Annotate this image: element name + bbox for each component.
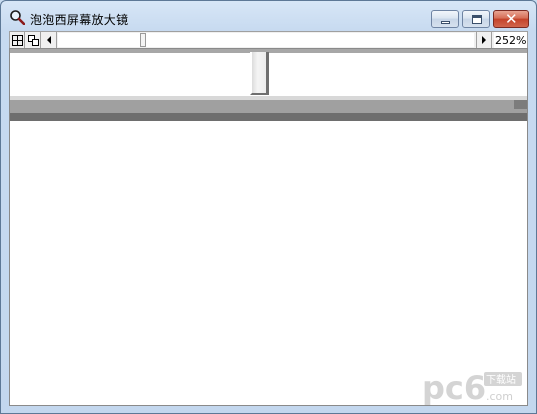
magnified-band xyxy=(10,113,527,121)
magnified-band xyxy=(514,100,527,109)
copy-window-icon xyxy=(27,34,39,46)
magnified-view xyxy=(9,48,528,406)
magnifier-icon xyxy=(10,10,25,25)
watermark-text: pc6 xyxy=(422,369,486,405)
watermark-suffix: .com xyxy=(486,390,513,403)
magnified-slider-thumb xyxy=(250,52,269,95)
close-icon: ✕ xyxy=(505,10,518,28)
arrow-right-icon xyxy=(482,36,486,44)
minimize-button[interactable] xyxy=(431,10,459,28)
copy-window-button[interactable] xyxy=(26,32,41,48)
zoom-level: 252% xyxy=(494,32,527,48)
grid-toggle-button[interactable] xyxy=(10,32,25,48)
maximize-button[interactable] xyxy=(462,10,490,28)
watermark-logo: pc6 下载站 .com xyxy=(422,369,528,407)
zoom-slider-track[interactable] xyxy=(58,33,474,47)
title-bar[interactable]: 泡泡西屏幕放大镜 ✕ xyxy=(1,1,536,31)
watermark-badge: 下载站 xyxy=(486,373,516,386)
zoom-slider-thumb[interactable] xyxy=(140,33,146,47)
close-button[interactable]: ✕ xyxy=(493,10,529,28)
magnified-band xyxy=(10,100,527,113)
toolbar: 252% xyxy=(9,31,528,49)
grid-icon xyxy=(11,34,23,46)
app-window: 泡泡西屏幕放大镜 ✕ 252% pc6 下载站 .com xyxy=(0,0,537,414)
zoom-decrease-button[interactable] xyxy=(42,32,57,48)
arrow-left-icon xyxy=(47,36,51,44)
zoom-increase-button[interactable] xyxy=(476,32,492,48)
window-title: 泡泡西屏幕放大镜 xyxy=(30,13,129,27)
minimize-icon xyxy=(441,21,450,24)
maximize-icon xyxy=(472,15,482,24)
